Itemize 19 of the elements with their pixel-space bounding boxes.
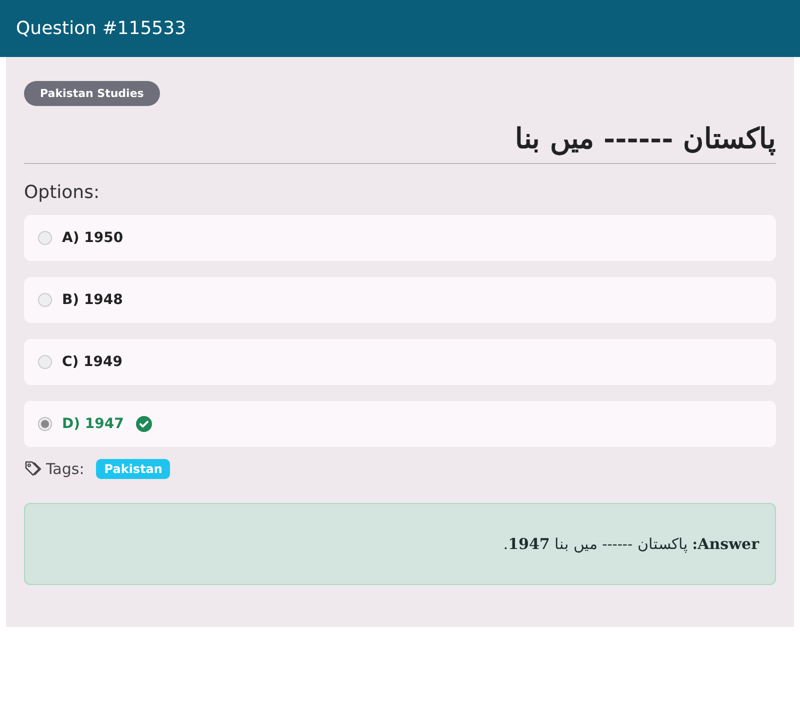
radio-button[interactable]: [38, 355, 52, 369]
option-row[interactable]: D) 1947: [24, 401, 776, 447]
options-label: Options:: [24, 182, 101, 203]
question-title: Question #115533: [16, 18, 186, 39]
option-label: D) 1947: [62, 416, 124, 432]
tags-icon: [24, 460, 42, 478]
option-label: B) 1948: [62, 292, 123, 308]
option-row[interactable]: C) 1949: [24, 339, 776, 385]
radio-button[interactable]: [38, 231, 52, 245]
category-badge[interactable]: Pakistan Studies: [24, 81, 160, 106]
option-label: C) 1949: [62, 354, 123, 370]
radio-button[interactable]: [38, 417, 52, 431]
question-text: پاکستان ------ میں بنا: [514, 122, 776, 158]
option-row[interactable]: A) 1950: [24, 215, 776, 261]
option-row[interactable]: B) 1948: [24, 277, 776, 323]
tags-label: Tags:: [46, 460, 84, 478]
check-circle-icon: [136, 416, 152, 432]
option-label: A) 1950: [62, 230, 124, 246]
radio-button[interactable]: [38, 293, 52, 307]
